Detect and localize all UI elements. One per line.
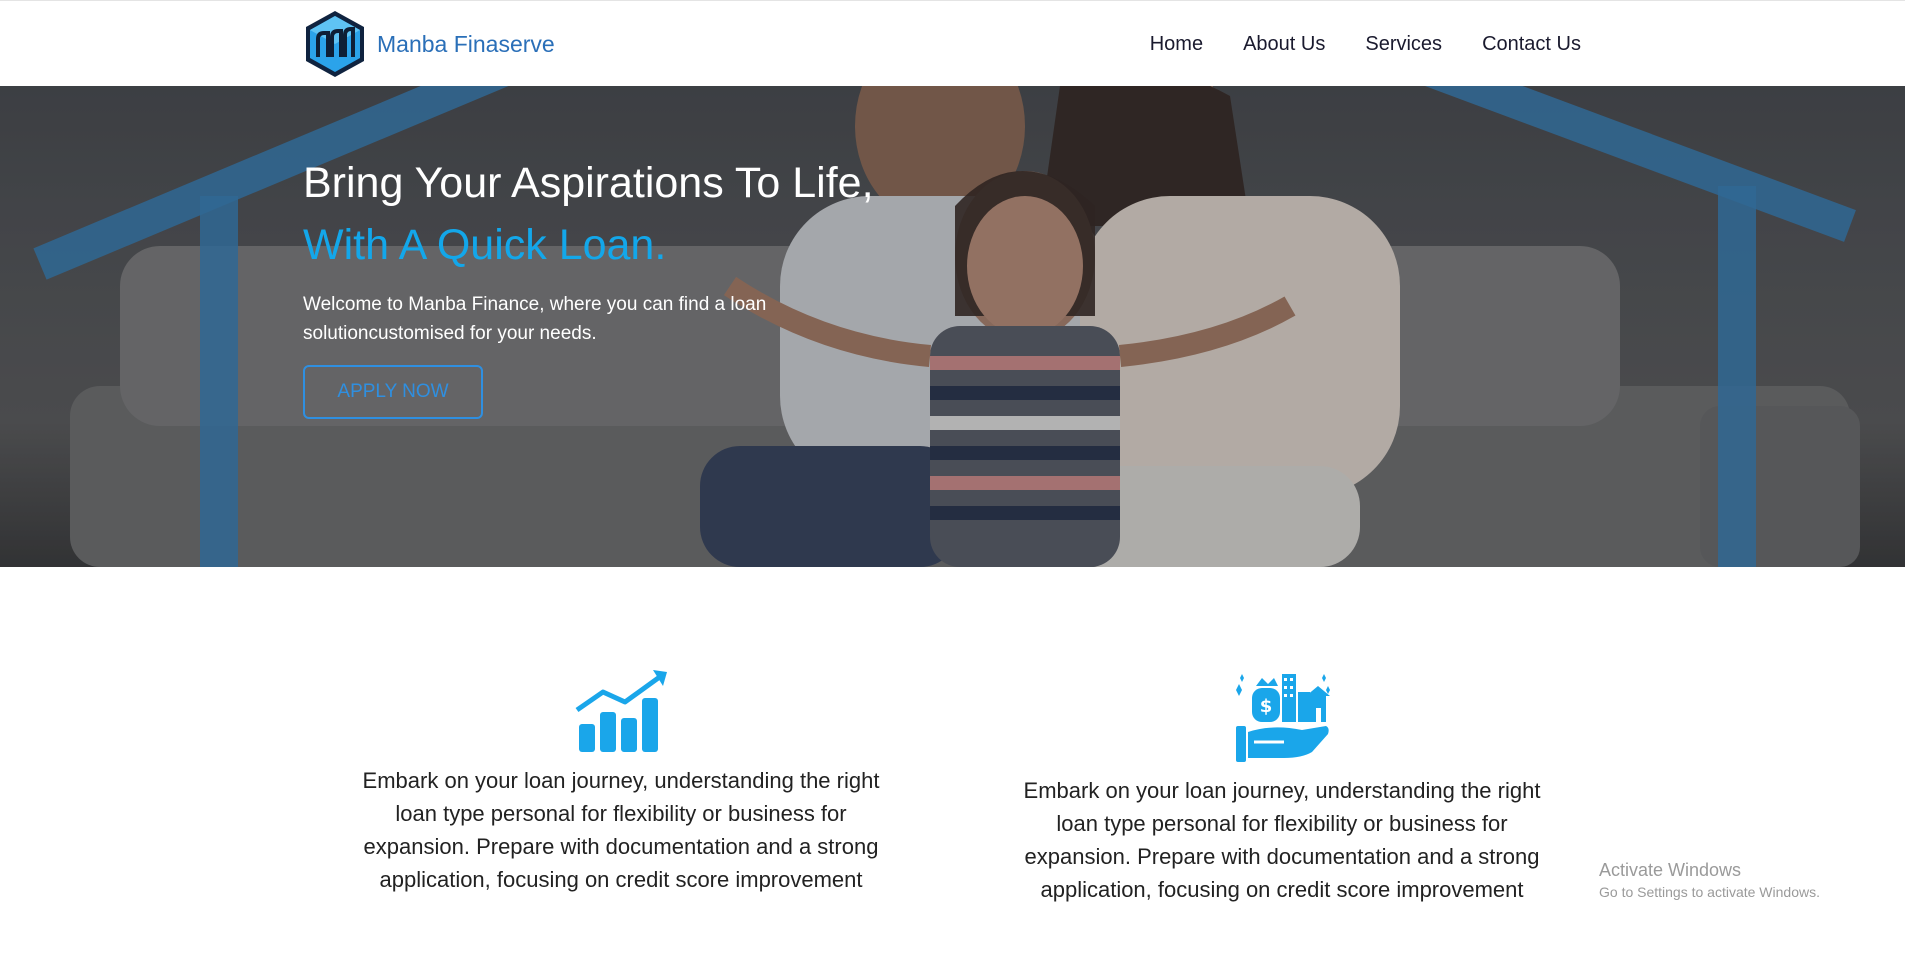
nav-about-us[interactable]: About Us [1243,33,1325,56]
brand[interactable]: Manba Finaserve [303,9,555,79]
main-nav: Home About Us Services Contact Us [1110,1,1581,87]
hero-title: Bring Your Aspirations To Life, With A Q… [303,152,1003,276]
hero-description: Welcome to Manba Finance, where you can … [303,294,767,344]
nav-home[interactable]: Home [1150,33,1203,56]
hero-content: Bring Your Aspirations To Life, With A Q… [303,152,1003,419]
nav-contact-us[interactable]: Contact Us [1482,33,1581,56]
watermark-subtitle: Go to Settings to activate Windows. [1599,884,1820,900]
bar-chart-growth-icon [575,670,667,752]
watermark-title: Activate Windows [1599,860,1742,880]
feature-text-growth: Embark on your loan journey, understandi… [362,768,880,892]
feature-text-assets: Embark on your loan journey, understandi… [1023,778,1541,902]
hexagon-bars-logo-icon [306,11,364,77]
apply-now-button[interactable]: APPLY NOW [303,365,483,419]
brand-name: Manba Finaserve [377,30,555,57]
feature-card-growth: Embark on your loan journey, understandi… [341,668,901,896]
feature-card-assets: $ Embark on your loan journey, understan… [1002,668,1562,906]
nav-services[interactable]: Services [1365,33,1442,56]
top-navbar: Manba Finaserve Home About Us Services C… [0,0,1905,86]
hero-title-line2: With A Quick Loan. [303,221,667,269]
hand-holding-assets-icon: $ [1236,674,1330,762]
windows-activation-watermark: Activate Windows Go to Settings to activ… [1599,860,1820,900]
hero-banner: Bring Your Aspirations To Life, With A Q… [0,86,1905,567]
hero-title-line1: Bring Your Aspirations To Life, [303,159,874,207]
svg-text:$: $ [1260,696,1273,717]
